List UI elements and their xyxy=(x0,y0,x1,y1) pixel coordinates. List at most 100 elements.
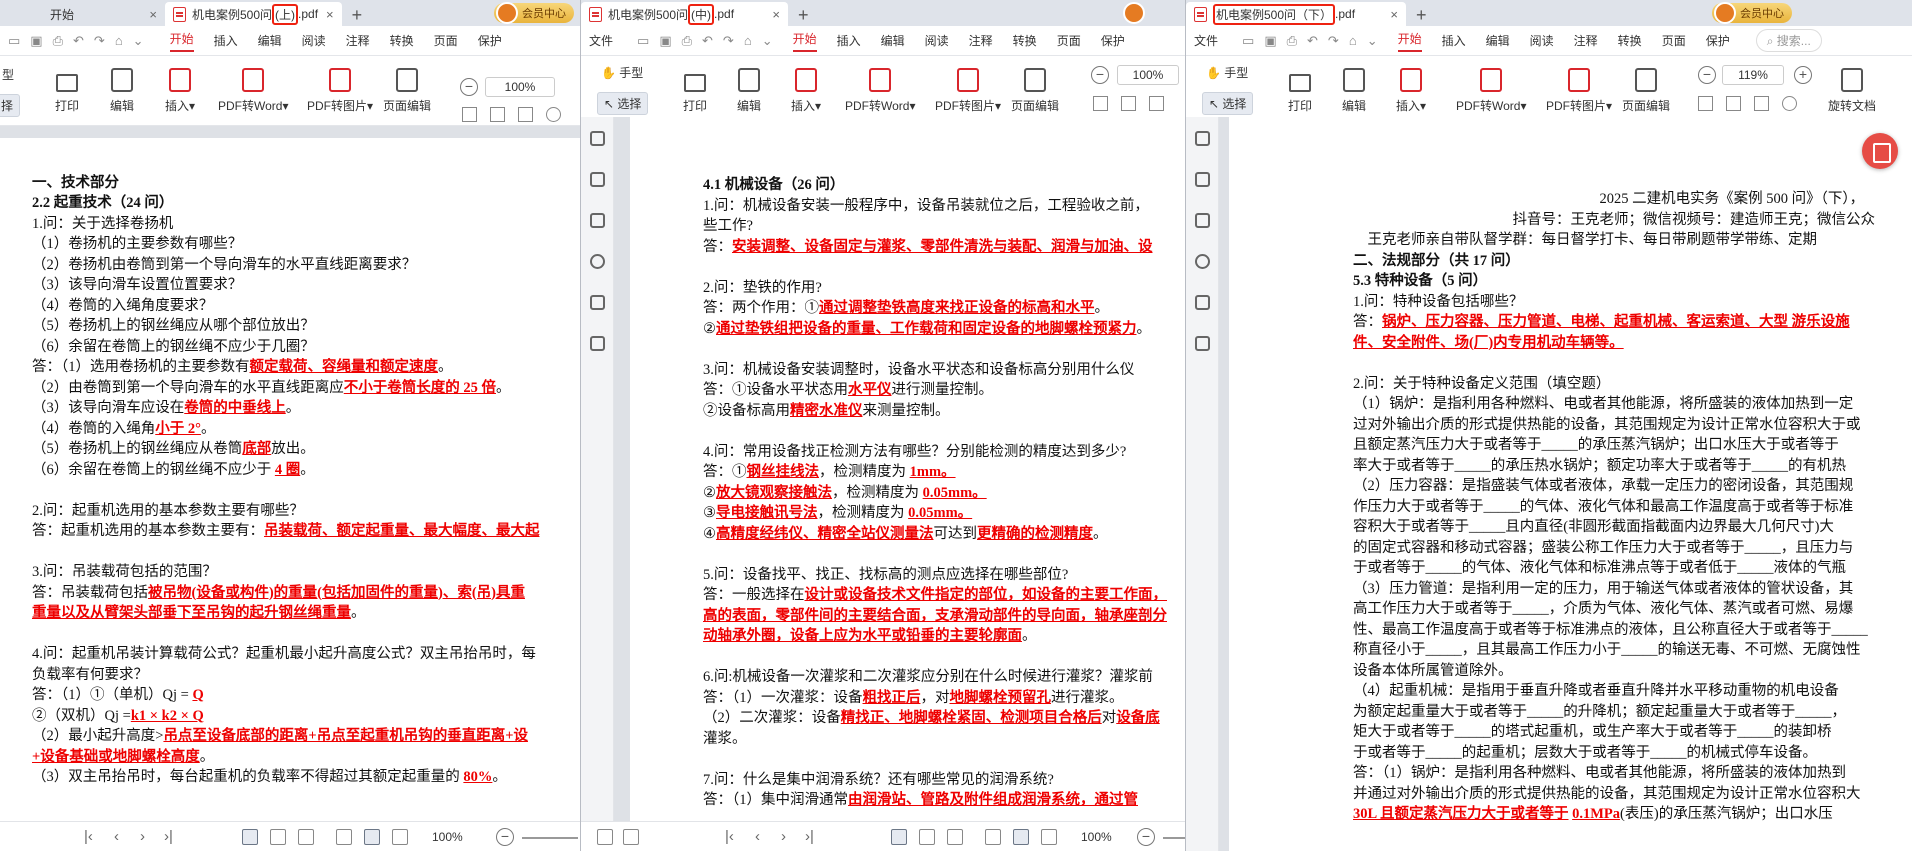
fit-icon[interactable] xyxy=(1754,96,1769,111)
bookmark-icon[interactable] xyxy=(1194,131,1210,146)
menu-page[interactable]: 页面 xyxy=(1057,32,1081,49)
home-icon[interactable]: ⌂ xyxy=(115,33,123,48)
zoom-slider[interactable] xyxy=(522,837,578,839)
last-page-icon[interactable]: ›| xyxy=(805,828,814,845)
print-button[interactable]: 打印 xyxy=(1288,68,1312,114)
left-panel-toggle-icon[interactable] xyxy=(597,829,613,845)
signature-icon[interactable] xyxy=(1194,336,1210,351)
page-edit-button[interactable]: 页面编辑 xyxy=(1011,68,1059,114)
tab-document[interactable]: 机电案例500问 (上) .pdf × xyxy=(165,2,342,26)
edit-button[interactable]: 编辑 xyxy=(737,68,761,114)
vip-center-button[interactable]: 会员中心 xyxy=(1712,2,1792,24)
menu-convert[interactable]: 转换 xyxy=(1618,32,1642,49)
fit-width-icon[interactable] xyxy=(364,829,380,845)
menu-start[interactable]: 开始 xyxy=(169,30,194,52)
menu-protect[interactable]: 保护 xyxy=(1706,32,1730,49)
tool-hand[interactable]: ✋ 手型 xyxy=(601,64,643,81)
menu-edit[interactable]: 编辑 xyxy=(881,32,905,49)
continuous-icon[interactable] xyxy=(1726,96,1741,111)
menu-annotate[interactable]: 注释 xyxy=(969,32,993,49)
print-button[interactable]: 打印 xyxy=(683,68,707,114)
open-icon[interactable]: ▭ xyxy=(8,33,20,49)
pdf-to-image-button[interactable]: PDF转图片▾ xyxy=(307,68,373,114)
next-page-icon[interactable]: › xyxy=(781,828,786,845)
redo-icon[interactable]: ↷ xyxy=(1328,33,1339,49)
pdf-to-word-button[interactable]: PDF转Word▾ xyxy=(845,68,916,114)
home-icon[interactable]: ⌂ xyxy=(744,33,752,48)
single-page-icon[interactable] xyxy=(1093,96,1108,111)
first-page-icon[interactable]: |‹ xyxy=(725,828,734,845)
zoom-out-icon[interactable]: − xyxy=(460,78,478,96)
vip-center-button[interactable]: 会员中心 xyxy=(494,2,574,24)
zoom-out-icon[interactable]: − xyxy=(496,828,514,846)
pdf-to-word-button[interactable]: PDF转Word▾ xyxy=(1456,68,1527,114)
menu-annotate[interactable]: 注释 xyxy=(346,32,370,49)
close-icon[interactable]: × xyxy=(149,7,157,22)
zoom-in-icon[interactable]: + xyxy=(1794,66,1812,84)
dual-page-view-icon[interactable] xyxy=(919,829,935,845)
edit-button[interactable]: 编辑 xyxy=(110,68,134,114)
fit-icon[interactable] xyxy=(518,107,533,122)
rotate-icon[interactable] xyxy=(546,107,561,122)
new-tab-icon[interactable]: + xyxy=(788,5,819,26)
print-icon[interactable]: ⎙ xyxy=(682,33,692,49)
insert-button[interactable]: 插入▾ xyxy=(791,68,821,114)
new-tab-icon[interactable]: + xyxy=(342,5,373,26)
single-page-icon[interactable] xyxy=(462,107,477,122)
fit-width-icon[interactable] xyxy=(1013,829,1029,845)
save-icon[interactable]: ▣ xyxy=(659,33,671,49)
right-panel-toggle-icon[interactable] xyxy=(623,829,639,845)
menu-insert[interactable]: 插入 xyxy=(214,32,238,49)
dual-page-view-icon[interactable] xyxy=(270,829,286,845)
rotate-document-button[interactable]: 旋转文档 xyxy=(1828,68,1876,114)
rotate-icon[interactable] xyxy=(1782,96,1797,111)
search-icon[interactable] xyxy=(1194,254,1210,269)
bookmark-icon[interactable] xyxy=(589,131,605,146)
chevron-down-icon[interactable]: ⌄ xyxy=(1367,33,1378,49)
menu-convert[interactable]: 转换 xyxy=(1013,32,1037,49)
continuous-icon[interactable] xyxy=(1121,96,1136,111)
chevron-down-icon[interactable]: ⌄ xyxy=(762,33,773,49)
attachment-icon[interactable] xyxy=(1194,295,1210,310)
save-icon[interactable]: ▣ xyxy=(1264,33,1276,49)
close-icon[interactable]: × xyxy=(326,7,334,22)
close-icon[interactable]: × xyxy=(1390,7,1398,22)
fit-page-icon[interactable] xyxy=(1041,829,1057,845)
tab-document[interactable]: 机电案例500问 (中) .pdf × xyxy=(581,2,788,26)
attachment-icon[interactable] xyxy=(589,295,605,310)
menu-insert[interactable]: 插入 xyxy=(1442,32,1466,49)
print-button[interactable]: 打印 xyxy=(55,68,79,114)
redo-icon[interactable]: ↷ xyxy=(723,33,734,49)
next-page-icon[interactable]: › xyxy=(140,828,145,845)
zoom-slider[interactable] xyxy=(1163,837,1185,839)
close-icon[interactable]: × xyxy=(772,7,780,22)
menu-page[interactable]: 页面 xyxy=(1662,32,1686,49)
open-icon[interactable]: ▭ xyxy=(1242,33,1254,49)
zoom-out-icon[interactable]: − xyxy=(1698,66,1716,84)
zoom-out-icon[interactable]: − xyxy=(1137,828,1155,846)
tool-hand[interactable]: ✋ 手型 xyxy=(1206,64,1248,81)
menu-start[interactable]: 开始 xyxy=(792,30,817,52)
page-edit-button[interactable]: 页面编辑 xyxy=(1622,68,1670,114)
zoom-level[interactable]: 100% xyxy=(1081,830,1112,844)
print-icon[interactable]: ⎙ xyxy=(53,33,63,49)
single-page-view-icon[interactable] xyxy=(891,829,907,845)
save-icon[interactable]: ▣ xyxy=(30,33,42,49)
tool-hand[interactable]: 型 xyxy=(2,66,14,83)
thumbnail-icon[interactable] xyxy=(1194,172,1210,187)
tool-select[interactable]: ↖ 选择 xyxy=(597,92,649,115)
prev-page-icon[interactable]: ‹ xyxy=(755,828,760,845)
menu-file[interactable]: 文件 xyxy=(1194,32,1218,49)
menu-protect[interactable]: 保护 xyxy=(1101,32,1125,49)
tool-select[interactable]: 择 xyxy=(0,94,21,117)
chevron-down-icon[interactable]: ⌄ xyxy=(133,33,144,49)
menu-convert[interactable]: 转换 xyxy=(390,32,414,49)
thumbnail-icon[interactable] xyxy=(589,172,605,187)
menu-insert[interactable]: 插入 xyxy=(837,32,861,49)
menu-page[interactable]: 页面 xyxy=(434,32,458,49)
menu-edit[interactable]: 编辑 xyxy=(1486,32,1510,49)
fit-icon[interactable] xyxy=(1149,96,1164,111)
signature-icon[interactable] xyxy=(589,336,605,351)
search-input[interactable]: ⌕ 搜索... xyxy=(1755,29,1822,52)
open-icon[interactable]: ▭ xyxy=(637,33,649,49)
